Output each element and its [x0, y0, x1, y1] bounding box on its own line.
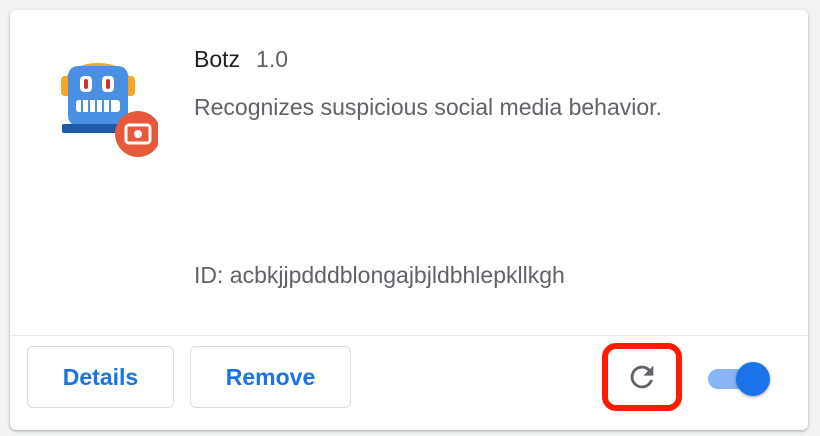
extension-version: 1.0 — [256, 46, 289, 72]
remove-button[interactable]: Remove — [190, 346, 351, 408]
enable-toggle[interactable] — [708, 362, 770, 396]
extension-name: Botz — [194, 46, 241, 72]
toggle-knob — [736, 362, 770, 396]
card-divider — [10, 335, 808, 336]
extension-id: ID: acbkjjpdddblongajbjldbhlepkllkgh — [194, 262, 565, 288]
details-button[interactable]: Details — [27, 346, 174, 408]
reload-icon — [630, 365, 654, 389]
reload-button[interactable] — [602, 343, 682, 411]
robot-icon — [58, 50, 161, 160]
extension-description: Recognizes suspicious social media behav… — [194, 94, 662, 120]
extension-header: Botz 1.0 — [194, 46, 288, 76]
extension-card: Botz 1.0 Recognizes suspicious social me… — [10, 10, 808, 430]
